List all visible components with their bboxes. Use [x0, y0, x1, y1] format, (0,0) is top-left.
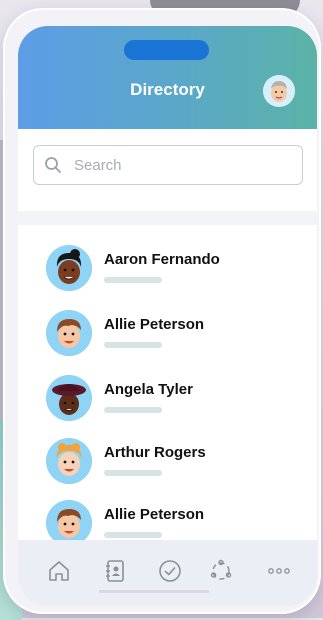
contact-detail-placeholder — [104, 407, 162, 413]
list-item[interactable]: Angela Tyler — [46, 375, 306, 425]
avatar-orange-hair-icon — [46, 438, 92, 484]
contact-list: Aaron Fernando Allie Peterson Angela Tyl… — [18, 225, 317, 540]
more-icon[interactable] — [266, 558, 292, 584]
contact-name: Angela Tyler — [104, 381, 193, 398]
phone-frame: Directory Search Aaron Fernando Allie Pe… — [3, 8, 321, 614]
contact-detail-placeholder — [104, 277, 162, 283]
list-item[interactable]: Aaron Fernando — [46, 245, 306, 295]
contact-name: Arthur Rogers — [104, 444, 206, 461]
search-area: Search — [18, 129, 317, 211]
notch — [124, 40, 209, 60]
contact-name: Aaron Fernando — [104, 251, 220, 268]
contact-name: Allie Peterson — [104, 506, 205, 523]
search-icon — [45, 157, 61, 173]
search-input[interactable]: Search — [33, 145, 303, 185]
list-item[interactable]: Allie Peterson — [46, 500, 306, 540]
avatar-brown-hair-icon — [46, 310, 92, 356]
avatar-brown-hair-icon — [46, 500, 92, 540]
search-placeholder: Search — [74, 157, 122, 174]
list-item[interactable]: Arthur Rogers — [46, 438, 306, 488]
list-item[interactable]: Allie Peterson — [46, 310, 306, 360]
avatar-hat-icon — [46, 375, 92, 421]
network-icon[interactable] — [208, 558, 234, 584]
contact-detail-placeholder — [104, 470, 162, 476]
contact-detail-placeholder — [104, 532, 162, 538]
tab-bar — [18, 540, 317, 606]
avatar-dark-hair-icon — [46, 245, 92, 291]
divider — [18, 211, 317, 225]
home-indicator — [99, 590, 209, 593]
header: Directory — [18, 26, 317, 129]
home-icon[interactable] — [46, 558, 72, 584]
user-avatar-icon[interactable] — [263, 75, 295, 107]
contacts-book-icon[interactable] — [102, 558, 128, 584]
app-screen: Directory Search Aaron Fernando Allie Pe… — [18, 26, 317, 606]
contact-detail-placeholder — [104, 342, 162, 348]
contact-name: Allie Peterson — [104, 316, 205, 333]
check-circle-icon[interactable] — [157, 558, 183, 584]
